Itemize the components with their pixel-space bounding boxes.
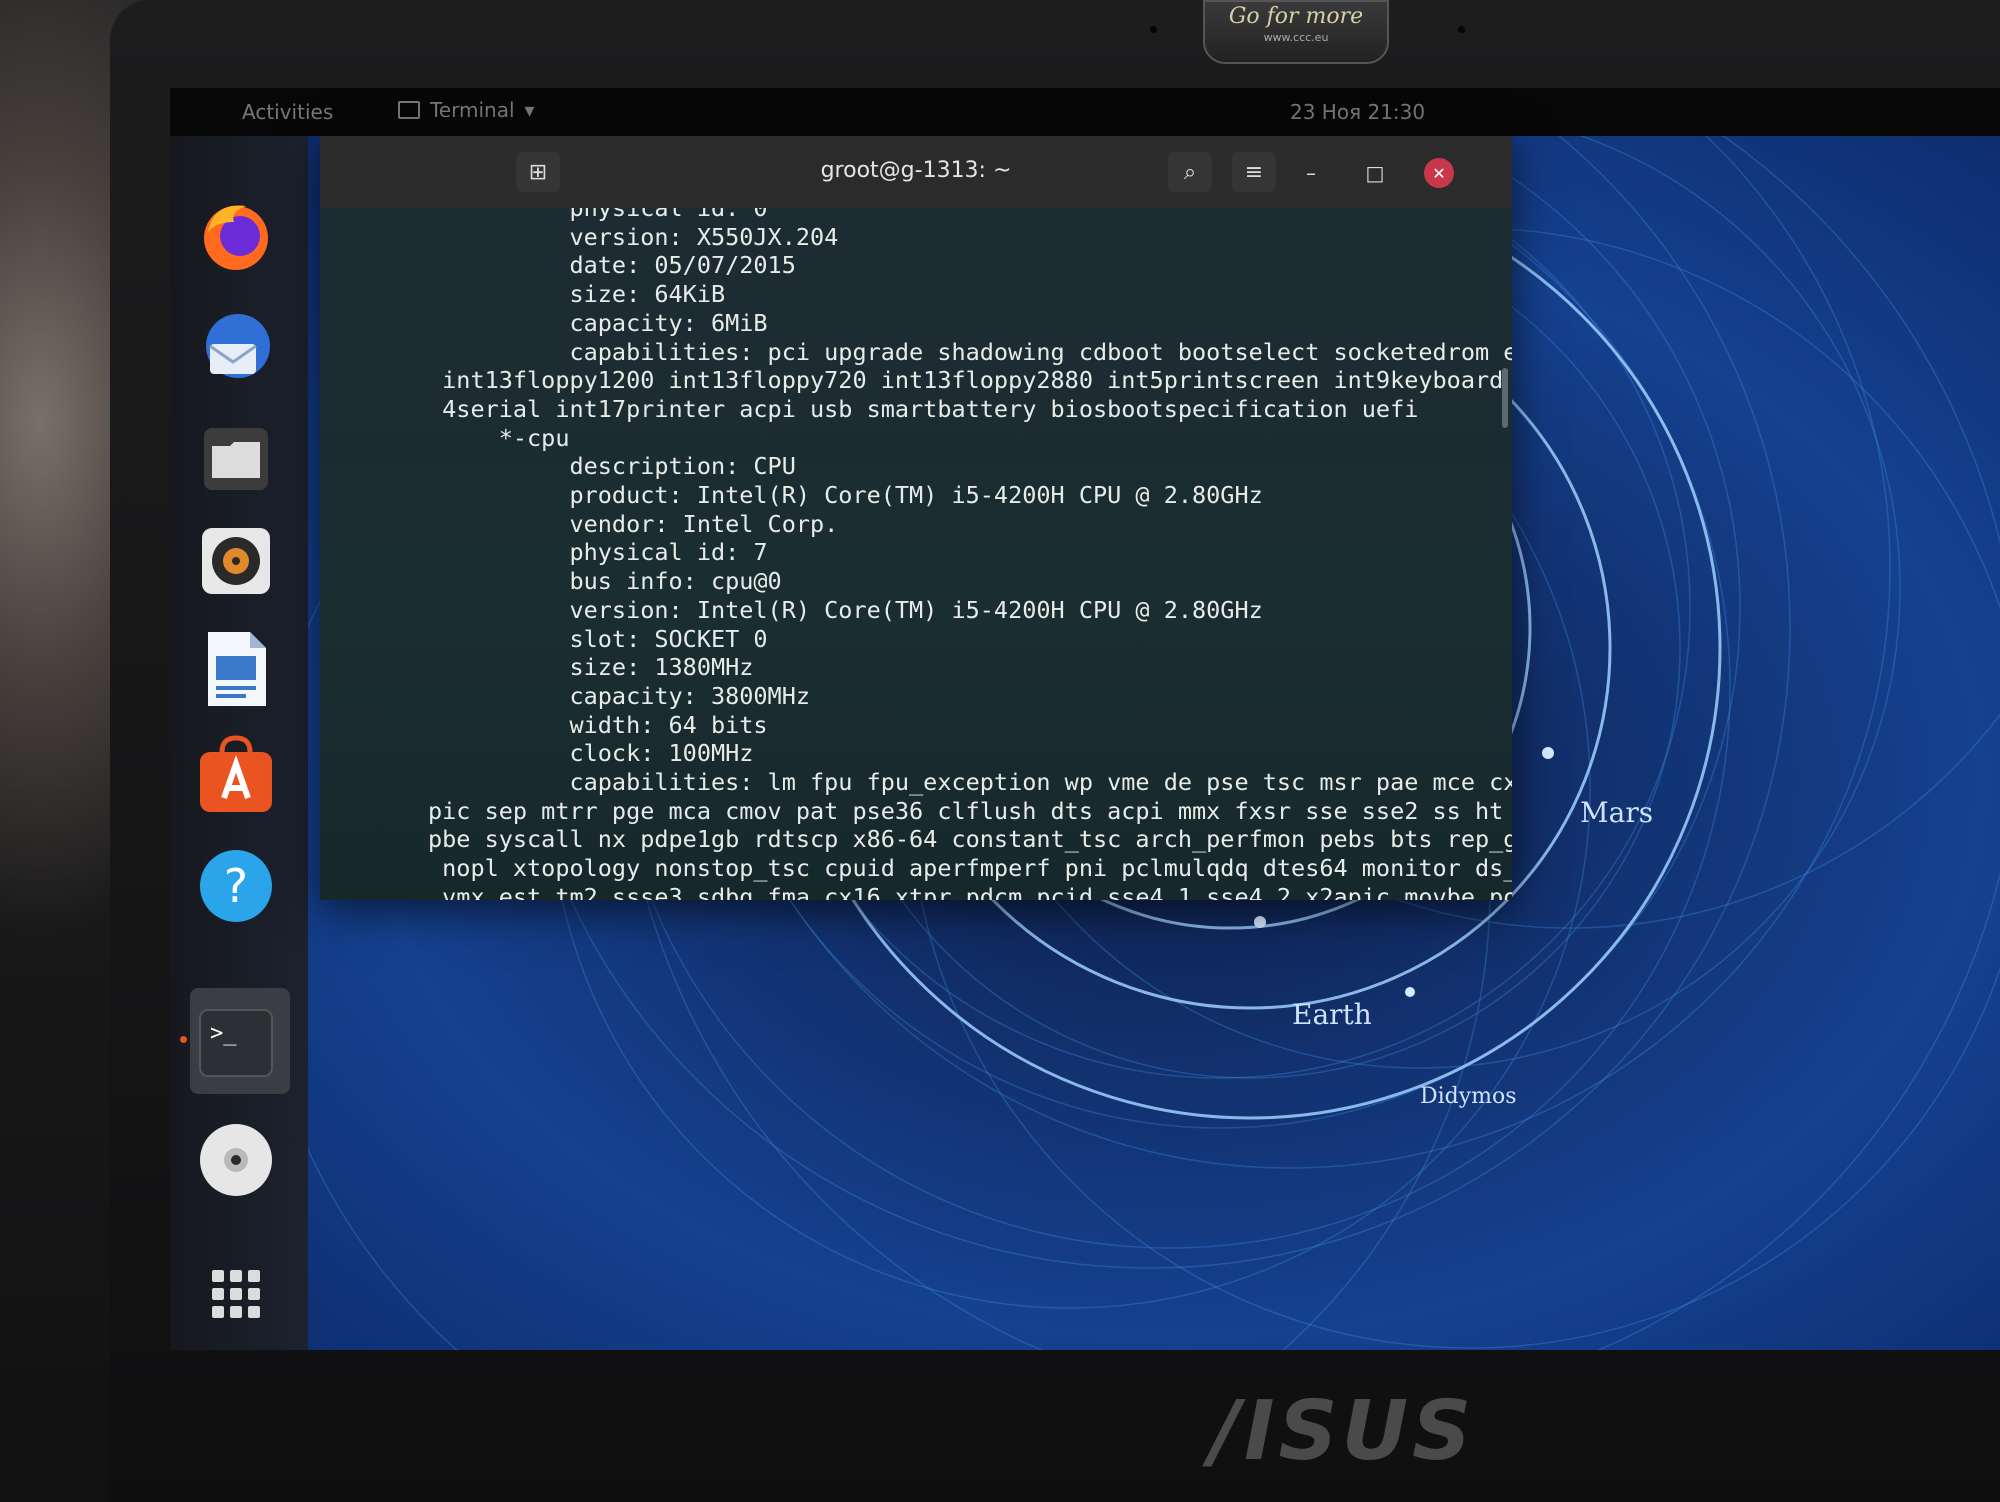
close-icon: ✕ <box>1432 163 1446 183</box>
window-title: groot@g-1313: ~ <box>820 158 1012 183</box>
firefox-icon[interactable] <box>194 192 278 276</box>
top-bar: Activities Terminal ▾ 23 Ноя 21:30 <box>170 88 2000 136</box>
terminal-line: pic sep mtrr pge mca cmov pat pse36 clfl… <box>428 796 1512 825</box>
terminal-output[interactable]: physical id: 0 version: X550JX.204 date:… <box>320 208 1512 900</box>
dock: ? >_ <box>170 136 308 1350</box>
terminal-line: version: X550JX.204 <box>428 222 839 251</box>
terminal-line: 4serial int17printer acpi usb smartbatte… <box>428 394 1419 423</box>
files-icon[interactable] <box>194 416 278 500</box>
terminal-line: capabilities: lm fpu fpu_exception wp vm… <box>428 768 1512 797</box>
screen: Mars Earth Didymos Activities Terminal ▾… <box>170 88 2000 1350</box>
terminal-line: capacity: 6MiB <box>428 308 768 337</box>
terminal-line: nopl xtopology nonstop_tsc cpuid aperfmp… <box>428 854 1512 883</box>
terminal-line: vmx est tm2 ssse3 sdbg fma cx16 xtpr pdc… <box>428 882 1512 900</box>
sensor-dot <box>1150 26 1157 33</box>
thunderbird-icon[interactable] <box>194 306 278 390</box>
terminal-line: date: 05/07/2015 <box>428 251 796 280</box>
app-menu[interactable]: Terminal ▾ <box>398 98 535 122</box>
hamburger-menu-icon: ≡ <box>1244 159 1264 185</box>
app-menu-label: Terminal <box>430 98 515 122</box>
wallpaper-label-earth: Earth <box>1292 998 1372 1031</box>
wallpaper-label-didymos: Didymos <box>1420 1084 1517 1109</box>
minimize-icon: – <box>1306 161 1316 185</box>
terminal-line: clock: 100MHz <box>428 739 754 768</box>
clock[interactable]: 23 Ноя 21:30 <box>1290 100 1425 124</box>
terminal-line: vendor: Intel Corp. <box>428 509 839 538</box>
sensor-dot <box>1458 26 1465 33</box>
laptop-brand-logo: /ISUS <box>1210 1384 1476 1479</box>
webcam-cover-text: Go for more <box>1228 4 1364 29</box>
terminal-line: size: 1380MHz <box>428 653 754 682</box>
terminal-line: *-cpu <box>428 423 570 452</box>
menu-button[interactable]: ≡ <box>1232 152 1276 192</box>
terminal-line: physical id: 0 <box>428 208 768 222</box>
maximize-icon: □ <box>1365 161 1385 185</box>
chevron-down-icon: ▾ <box>524 98 535 122</box>
terminal-small-icon <box>398 101 420 119</box>
terminal-line: int13floppy1200 int13floppy720 int13flop… <box>428 366 1512 395</box>
show-applications-icon[interactable] <box>194 1252 278 1336</box>
wallpaper-label-mars: Mars <box>1580 796 1654 829</box>
libreoffice-writer-icon[interactable] <box>194 626 278 710</box>
svg-text:?: ? <box>224 859 248 913</box>
rhythmbox-icon[interactable] <box>194 518 278 602</box>
close-button[interactable]: ✕ <box>1424 158 1454 188</box>
terminal-line: capacity: 3800MHz <box>428 681 811 710</box>
terminal-line: description: CPU <box>428 452 796 481</box>
terminal-line: slot: SOCKET 0 <box>428 624 768 653</box>
terminal-line: capabilities: pci upgrade shadowing cdbo… <box>428 337 1512 366</box>
terminal-line: version: Intel(R) Core(TM) i5-4200H CPU … <box>428 595 1263 624</box>
terminal-headerbar[interactable]: ⊞ groot@g-1313: ~ ⌕ ≡ – □ ✕ <box>320 136 1512 209</box>
activities-button[interactable]: Activities <box>242 100 333 124</box>
terminal-lines: physical id: 0 version: X550JX.204 date:… <box>428 208 1512 900</box>
webcam-cover: Go for more www.ccc.eu <box>1203 0 1389 64</box>
dvd-drive-icon[interactable] <box>194 1118 278 1202</box>
terminal-line: size: 64KiB <box>428 280 726 309</box>
terminal-scrollbar[interactable] <box>1502 368 1508 428</box>
minimize-button[interactable]: – <box>1296 158 1326 188</box>
svg-text:>_: >_ <box>210 1021 237 1046</box>
webcam-cover-url: www.ccc.eu <box>1263 31 1329 44</box>
terminal-line: product: Intel(R) Core(TM) i5-4200H CPU … <box>428 481 1263 510</box>
terminal-line: pbe syscall nx pdpe1gb rdtscp x86-64 con… <box>428 825 1512 854</box>
terminal-window: ⊞ groot@g-1313: ~ ⌕ ≡ – □ ✕ physical id:… <box>320 136 1512 900</box>
ubuntu-software-icon[interactable] <box>194 732 278 816</box>
search-button[interactable]: ⌕ <box>1168 152 1212 192</box>
terminal-line: physical id: 7 <box>428 538 768 567</box>
terminal-icon[interactable]: >_ <box>194 1002 278 1086</box>
maximize-button[interactable]: □ <box>1360 158 1390 188</box>
search-icon: ⌕ <box>1183 159 1197 185</box>
running-indicator <box>180 1036 187 1043</box>
help-icon[interactable]: ? <box>194 842 278 926</box>
terminal-line: bus info: cpu@0 <box>428 567 782 596</box>
terminal-line: width: 64 bits <box>428 710 768 739</box>
